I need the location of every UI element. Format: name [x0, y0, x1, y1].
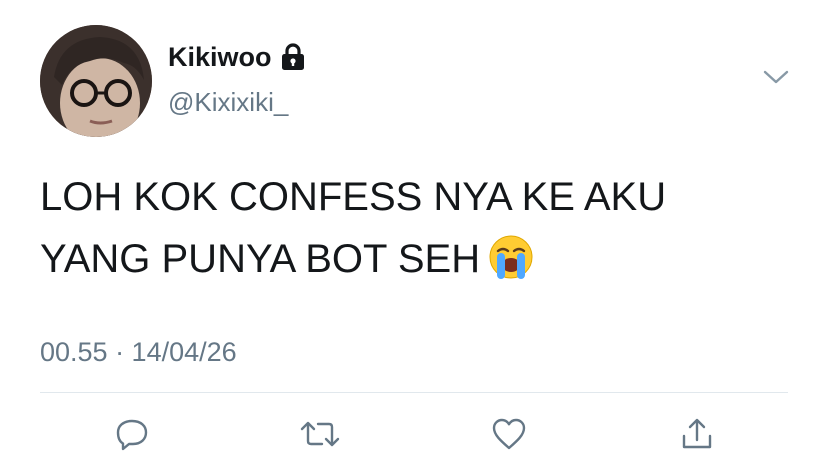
tweet-text: LOH KOK CONFESS NYA KE AKU YANG PUNYA BO…	[40, 166, 800, 290]
author-handle[interactable]: @Kixixiki_	[168, 86, 288, 118]
tweet-text-line-2: YANG PUNYA BOT SEH	[40, 228, 800, 290]
display-name[interactable]: Kikiwoo	[168, 40, 272, 74]
chevron-down-icon[interactable]	[762, 66, 790, 88]
avatar[interactable]	[40, 25, 152, 137]
tweet-text-line-2-text: YANG PUNYA BOT SEH	[40, 237, 481, 281]
retweet-button[interactable]	[298, 412, 342, 456]
avatar-photo	[40, 25, 152, 137]
share-icon	[682, 418, 712, 449]
lock-icon	[281, 43, 304, 70]
author-name-row: Kikiwoo	[168, 40, 306, 74]
retweet-icon	[300, 421, 340, 447]
share-button[interactable]	[675, 412, 719, 456]
tweet-text-line-1: LOH KOK CONFESS NYA KE AKU	[40, 175, 667, 219]
heart-icon	[492, 418, 526, 450]
tweet-timestamp[interactable]: 00.55 · 14/04/26	[40, 334, 237, 370]
like-button[interactable]	[487, 412, 531, 456]
reply-button[interactable]	[110, 412, 154, 456]
tweet-card: Kikiwoo @Kixixiki_ LOH KOK CONFESS NYA K…	[0, 0, 828, 475]
loudly-crying-face-icon	[489, 235, 533, 280]
divider	[40, 392, 788, 393]
reply-icon	[116, 419, 148, 451]
